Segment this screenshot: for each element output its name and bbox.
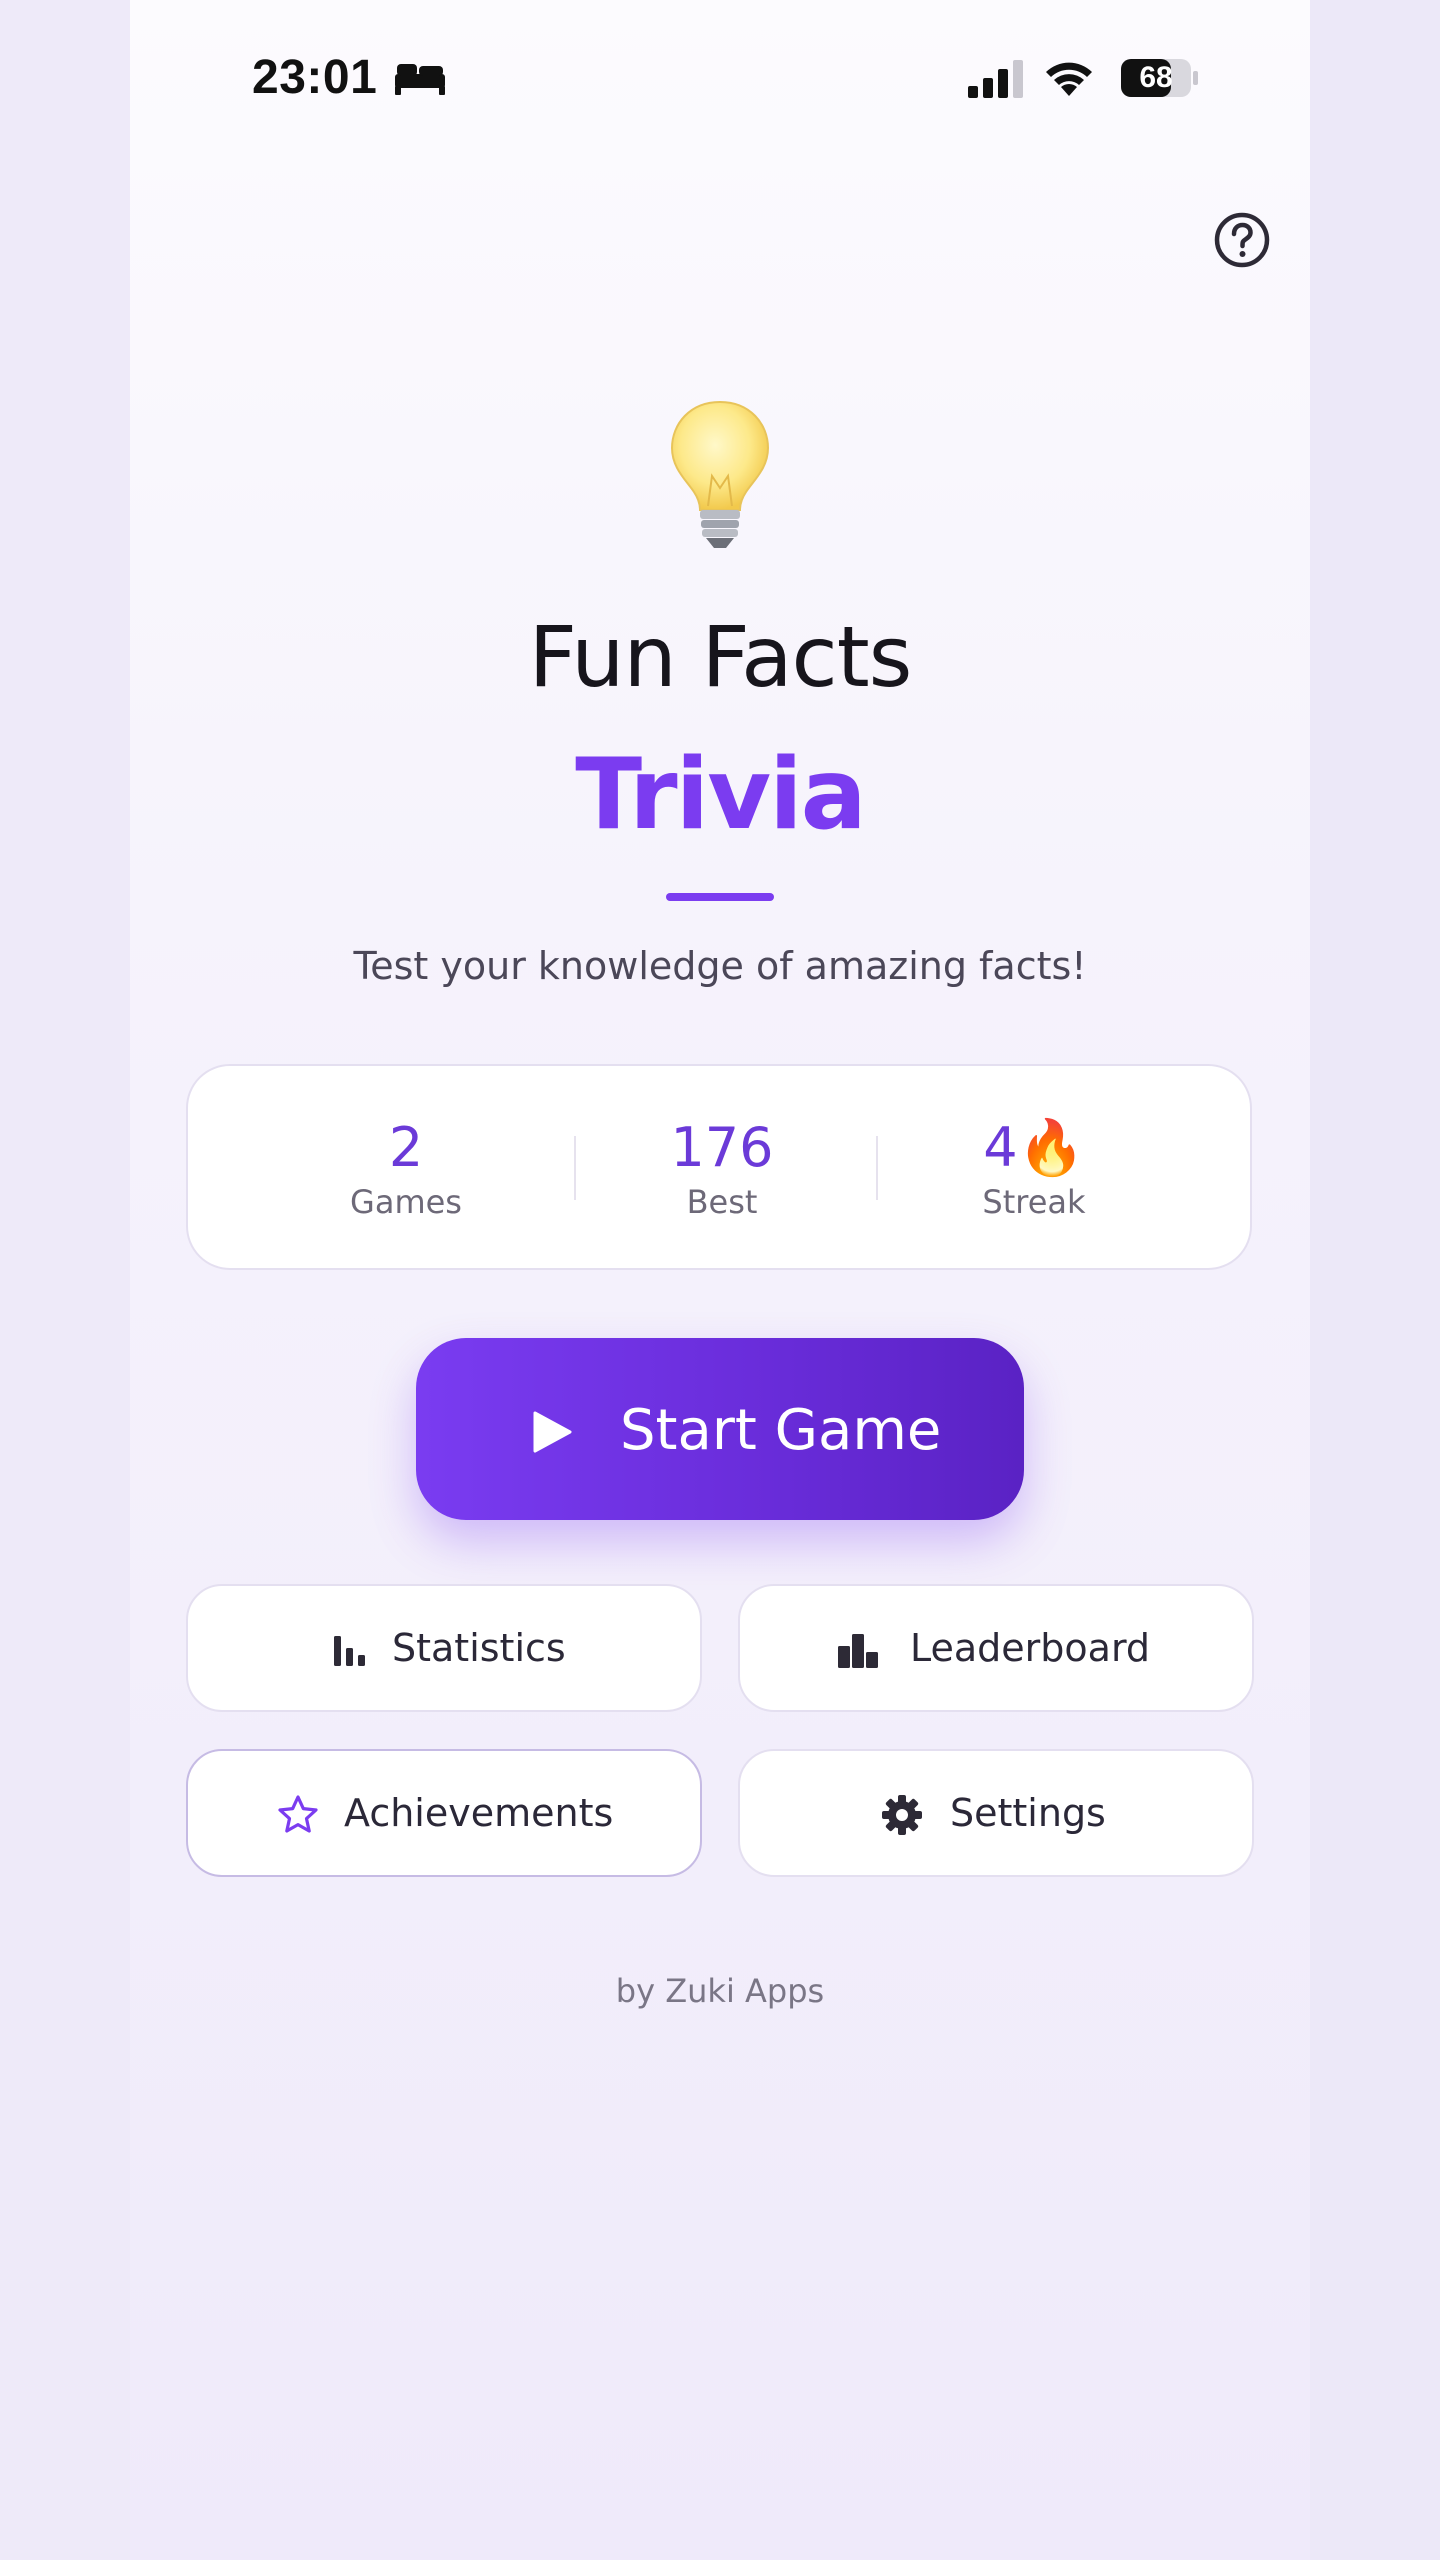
stat-streak: 4🔥 Streak	[884, 1118, 1184, 1224]
developer-credit: by Zuki Apps	[615, 1972, 825, 2010]
left-backdrop	[0, 0, 130, 2560]
stat-label: Streak	[982, 1183, 1086, 1221]
leaderboard-button[interactable]: Leaderboard	[738, 1584, 1254, 1712]
app-title: Fun Facts	[528, 608, 913, 706]
gear-icon	[882, 1795, 922, 1835]
leaderboard-icon	[838, 1634, 878, 1668]
leaderboard-label: Leaderboard	[910, 1626, 1151, 1670]
battery-level: 68	[1139, 61, 1173, 94]
bed-icon	[395, 64, 445, 95]
title-underline	[666, 893, 774, 901]
app-title-accent: Trivia	[575, 738, 867, 852]
start-game-button[interactable]: Start Game	[416, 1338, 1024, 1520]
stat-value: 4🔥	[983, 1116, 1085, 1179]
app-subtitle: Test your knowledge of amazing facts!	[353, 944, 1087, 988]
wifi-icon	[1046, 62, 1092, 96]
app-screen: 23:01 68 Fun Facts Trivia Test your know…	[130, 0, 1310, 2560]
stat-games: 2 Games	[256, 1118, 556, 1224]
stat-divider	[876, 1136, 878, 1200]
help-question-icon[interactable]	[1213, 211, 1271, 269]
statistics-button[interactable]: Statistics	[186, 1584, 702, 1712]
play-icon	[533, 1411, 572, 1453]
status-time: 23:01	[252, 51, 378, 104]
cellular-signal-icon	[968, 60, 1023, 98]
lightbulb-icon	[670, 400, 770, 548]
start-game-label: Start Game	[620, 1398, 942, 1463]
statistics-label: Statistics	[392, 1626, 566, 1670]
achievements-label: Achievements	[344, 1791, 614, 1835]
stat-label: Games	[350, 1183, 462, 1221]
stat-value: 176	[670, 1116, 774, 1179]
settings-button[interactable]: Settings	[738, 1749, 1254, 1877]
stats-card: 2 Games 176 Best 4🔥 Streak	[186, 1064, 1252, 1270]
stat-value: 2	[388, 1116, 424, 1179]
stat-best: 176 Best	[572, 1118, 872, 1224]
right-backdrop	[1310, 0, 1440, 2560]
bar-chart-icon	[334, 1636, 365, 1666]
star-icon	[278, 1795, 318, 1833]
battery-indicator: 68	[1120, 58, 1200, 98]
settings-label: Settings	[950, 1791, 1106, 1835]
stat-label: Best	[686, 1183, 758, 1221]
achievements-button[interactable]: Achievements	[186, 1749, 702, 1877]
